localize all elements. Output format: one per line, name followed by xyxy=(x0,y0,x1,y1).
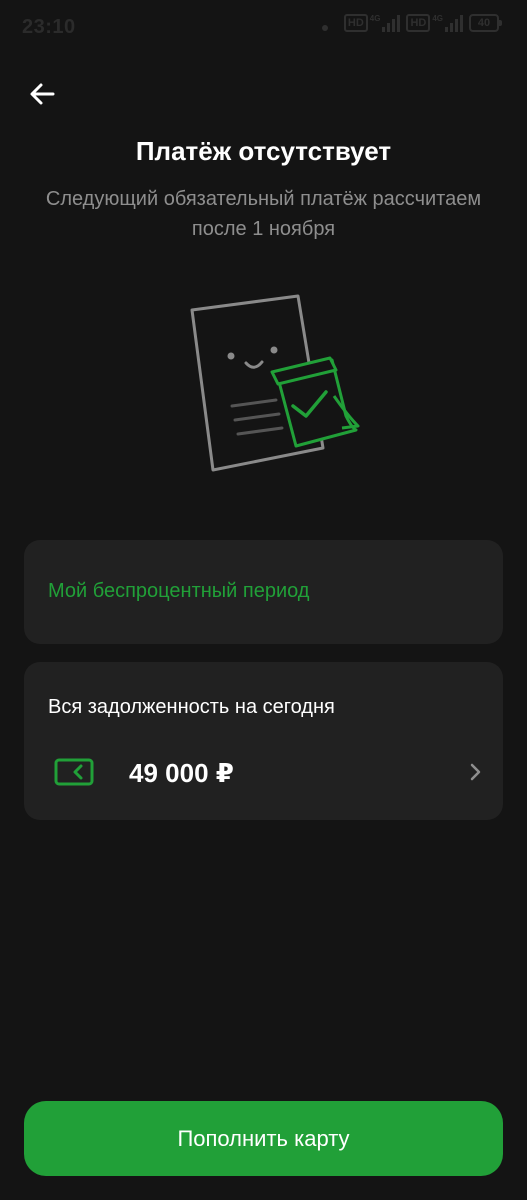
page-title: Платёж отсутствует xyxy=(135,136,392,166)
back-button[interactable] xyxy=(22,74,62,114)
signal-icon-2: HD 4G xyxy=(406,14,463,32)
total-debt-label: Вся задолженность на сегодня xyxy=(48,696,335,718)
notification-dot-icon xyxy=(322,25,328,31)
arrow-left-icon xyxy=(30,83,55,105)
signal-icon-1: HD 4G xyxy=(343,14,401,32)
interest-free-period-card[interactable]: Мой беспроцентный период xyxy=(24,540,503,644)
status-bar: 23:10 HD 4G HD 4G 40 xyxy=(0,0,527,56)
hd-badge-2: HD xyxy=(406,14,431,32)
battery-level: 40 xyxy=(477,17,491,29)
network-type-1: 4G xyxy=(369,14,381,23)
interest-free-period-link[interactable]: Мой беспроцентный период xyxy=(48,580,309,603)
chevron-right-icon xyxy=(470,763,481,781)
top-up-card-button[interactable]: Пополнить карту xyxy=(24,1101,503,1176)
document-checkmark-icon xyxy=(190,294,360,472)
total-debt-card: Вся задолженность на сегодня 49 000 ₽ xyxy=(24,662,503,820)
status-time: 23:10 xyxy=(22,16,76,38)
total-debt-amount: 49 000 ₽ xyxy=(129,758,234,788)
battery-icon: 40 xyxy=(469,14,502,32)
network-type-2: 4G xyxy=(432,14,443,23)
status-icons: HD 4G HD 4G 40 xyxy=(343,14,502,32)
page-subtitle: Следующий обязательный платёж рассчитаем… xyxy=(45,188,482,240)
total-debt-row[interactable]: 49 000 ₽ xyxy=(24,746,503,802)
card-icon xyxy=(54,758,94,786)
hd-badge-1: HD xyxy=(343,14,368,32)
